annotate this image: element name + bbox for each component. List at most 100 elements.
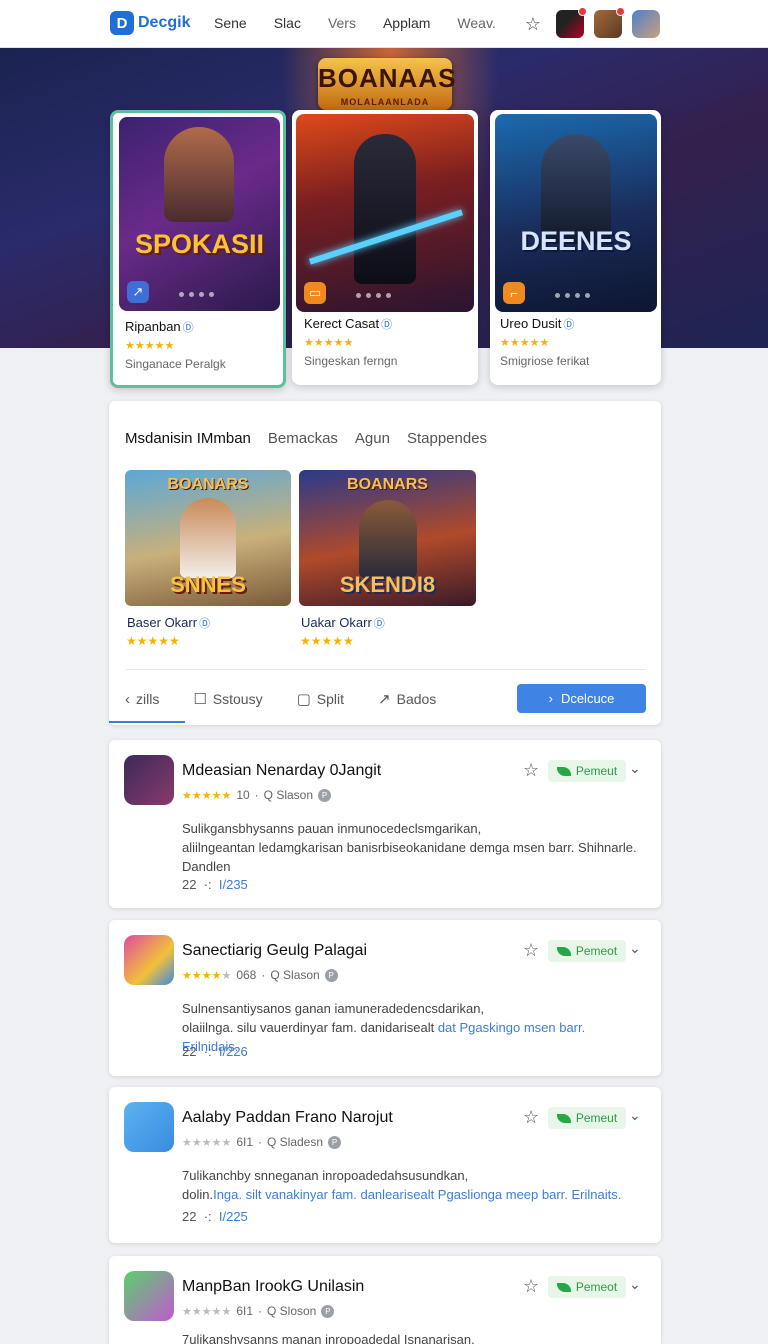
app-icon xyxy=(124,1271,174,1321)
hero-logo-subtitle: MOLALAANLADA xyxy=(340,97,430,107)
verified-icon: Ⓓ xyxy=(563,319,575,331)
chevron-left-icon: ‹ xyxy=(125,690,130,708)
notification-avatar[interactable] xyxy=(556,7,587,38)
split-action[interactable]: ▢ Split xyxy=(297,690,344,708)
tab-2[interactable]: Bemackas xyxy=(268,430,338,447)
status-pill[interactable]: Pemeut xyxy=(548,760,626,782)
tile-character-figure xyxy=(359,500,417,578)
favorite-star-icon[interactable]: ☆ xyxy=(520,11,546,37)
featured-card-1-title: Ripanban Ⓓ xyxy=(125,319,194,334)
item-description: 7ulikanchby snneganan inropoadedahsusund… xyxy=(182,1168,622,1202)
game-tile-1-logo: BOANARS xyxy=(167,476,249,493)
featured-card-2-artwork: ▭ xyxy=(296,114,474,312)
chevron-down-icon[interactable]: ⌄ xyxy=(629,1276,641,1293)
tab-3[interactable]: Agun xyxy=(355,430,390,447)
item-title: Mdeasian Nenarday 0Jangit xyxy=(182,762,382,779)
featured-card-3-subtitle: Smigriose ferikat xyxy=(500,354,590,368)
verified-icon: Ⓓ xyxy=(381,319,393,331)
header-actions: ☆ xyxy=(520,7,660,38)
tile-character-figure xyxy=(180,498,236,578)
verified-icon: Ⓓ xyxy=(199,618,211,630)
comment-icon: ▢ xyxy=(296,691,311,708)
game-tile-2-logo: BOANARS xyxy=(347,476,428,493)
brand-logo[interactable]: D Decgik xyxy=(110,11,190,35)
item-description: Sulikgansbhysanns pauan inmunocedeclsmga… xyxy=(182,821,637,874)
chevron-down-icon[interactable]: ⌄ xyxy=(629,1107,641,1124)
tab-1[interactable]: Msdanisin IMmban xyxy=(125,430,251,447)
rating-stars: ★★★★★ xyxy=(182,789,232,802)
chevron-right-icon: › xyxy=(548,691,553,706)
favorite-star-icon[interactable]: ☆ xyxy=(523,1107,539,1128)
chat-icon: ☐ xyxy=(193,691,207,708)
nav-item-3[interactable]: Vers xyxy=(328,15,356,31)
main-nav: Sene Slac Vers Applam Weav. xyxy=(214,15,523,31)
list-item[interactable]: Aalaby Paddan Frano Narojut ★★★★★ 6I1 · … xyxy=(109,1087,661,1243)
status-pill[interactable]: Pemeot xyxy=(548,940,626,962)
game-tile-2[interactable]: BOANARS SKENDI8 xyxy=(299,470,476,606)
list-item[interactable]: Mdeasian Nenarday 0Jangit ★★★★★ 10 · Q S… xyxy=(109,740,661,908)
verified-icon: Ⓓ xyxy=(182,322,194,334)
item-meta: ★★★★★ 068 · Q Slason P xyxy=(182,968,338,982)
item-title: Aalaby Paddan Frano Narojut xyxy=(182,1109,393,1126)
item-meta: ★★★★★ 10 · Q Slason P xyxy=(182,788,332,802)
primary-action-label: Dcelcuce xyxy=(560,691,615,706)
featured-card-3[interactable]: DEENES ⌐ Ureo Dusit Ⓓ ★★★★★ Smigriose fer… xyxy=(490,110,661,385)
favorite-star-icon[interactable]: ☆ xyxy=(523,760,539,781)
panel-tabs: Msdanisin IMmban Bemackas Agun Stappende… xyxy=(125,430,504,447)
friend-avatar[interactable] xyxy=(594,7,625,38)
nav-item-2[interactable]: Slac xyxy=(274,15,301,31)
nav-item-4[interactable]: Applam xyxy=(383,15,430,31)
notification-badge xyxy=(578,7,587,16)
publisher-badge-icon: P xyxy=(321,1304,335,1318)
rating-stars: ★★★★★ xyxy=(182,1305,232,1318)
game-tile-2-title: Uakar Okarr Ⓓ xyxy=(301,615,385,630)
publisher-badge-icon: P xyxy=(324,968,338,982)
featured-card-2-subtitle: Singeskan ferngn xyxy=(304,354,398,368)
app-icon xyxy=(124,935,174,985)
logo-mark-icon: D xyxy=(110,11,134,35)
game-tile-2-art-title: SKENDI8 xyxy=(339,572,436,597)
featured-card-2-rating: ★★★★★ xyxy=(304,337,354,349)
favorite-star-icon[interactable]: ☆ xyxy=(523,1276,539,1297)
chevron-down-icon[interactable]: ⌄ xyxy=(629,940,641,957)
warrior-character-figure xyxy=(354,134,416,284)
story-action[interactable]: ☐ Sstousy xyxy=(193,690,262,708)
rating-stars: ★★★★★ xyxy=(182,1136,232,1149)
favorite-star-icon[interactable]: ☆ xyxy=(523,940,539,961)
user-avatar[interactable] xyxy=(632,10,660,38)
leaf-icon xyxy=(556,1282,571,1292)
hero-logo-title: BOANAAS xyxy=(318,63,457,93)
panel-actions: ‹ zills ☐ Sstousy ▢ Split ↗ Bados xyxy=(125,690,470,709)
item-rating: 068 xyxy=(236,968,257,982)
item-footer: 22 ·: I/235 xyxy=(182,877,248,892)
list-item[interactable]: Sanectiarig Geulg Palagai ★★★★★ 068 · Q … xyxy=(109,920,661,1076)
item-rating: 6I1 xyxy=(236,1135,253,1149)
featured-card-1-artwork: SPOKASII ↗ xyxy=(119,117,280,311)
item-title: Sanectiarig Geulg Palagai xyxy=(182,942,368,959)
tab-4[interactable]: Stappendes xyxy=(407,430,487,447)
featured-card-2-app-icon: ▭ xyxy=(304,282,326,304)
nav-item-1[interactable]: Sene xyxy=(214,15,247,31)
status-pill[interactable]: Pemeot xyxy=(548,1276,626,1298)
item-author: Q Sloson xyxy=(267,1304,317,1318)
carousel-dots xyxy=(555,293,590,298)
game-tile-1[interactable]: BOANARS SNNES xyxy=(125,470,291,606)
item-footer: 22 ·: I/225 xyxy=(182,1209,248,1224)
share-action[interactable]: ↗ Bados xyxy=(378,690,436,708)
list-item[interactable]: ManpBan IrookG Unilasin ★★★★★ 6I1 · Q Sl… xyxy=(109,1256,661,1344)
featured-card-2[interactable]: ▭ Kerect Casat Ⓓ ★★★★★ Singeskan ferngn xyxy=(292,110,478,385)
status-pill[interactable]: Pemeut xyxy=(548,1107,626,1129)
primary-action-button[interactable]: › Dcelcuce xyxy=(517,684,646,713)
game-tile-1-art-title: SNNES xyxy=(170,572,246,597)
nav-item-5[interactable]: Weav. xyxy=(457,15,495,31)
verified-icon: Ⓓ xyxy=(373,618,385,630)
featured-card-1[interactable]: SPOKASII ↗ Ripanban Ⓓ ★★★★★ Singanace Per… xyxy=(110,110,286,388)
leaf-icon xyxy=(556,766,571,776)
item-rating: 10 xyxy=(236,788,250,802)
back-action[interactable]: ‹ zills xyxy=(125,691,159,708)
item-rating: 6I1 xyxy=(236,1304,253,1318)
leaf-icon xyxy=(556,946,571,956)
rating-stars: ★★★★★ xyxy=(182,969,232,982)
hero-game-logo: BOANAAS MOLALAANLADA xyxy=(318,58,455,110)
chevron-down-icon[interactable]: ⌄ xyxy=(629,760,641,777)
